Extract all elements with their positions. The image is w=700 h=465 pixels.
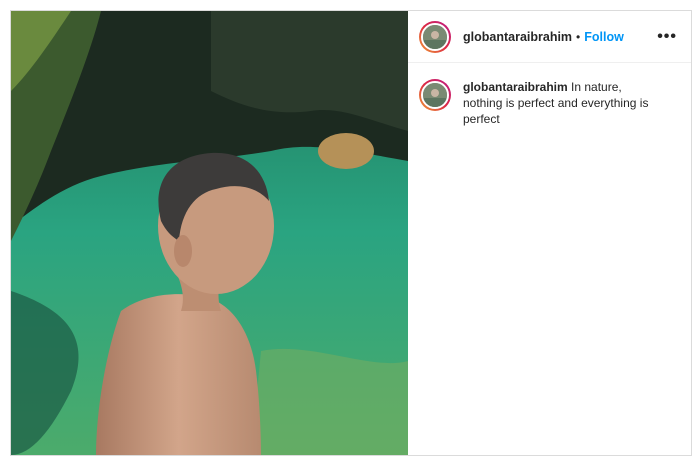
separator-dot: • bbox=[576, 29, 581, 44]
avatar-icon bbox=[423, 24, 447, 49]
follow-button[interactable]: Follow bbox=[584, 30, 624, 44]
caption-row: globantaraibrahim In nature, nothing is … bbox=[408, 63, 691, 127]
caption-avatar-image bbox=[421, 81, 449, 109]
caption-avatar-icon bbox=[423, 83, 447, 107]
post-header: globantaraibrahim • Follow ••• bbox=[408, 11, 691, 63]
photo-illustration bbox=[11, 11, 408, 455]
username-link[interactable]: globantaraibrahim bbox=[463, 30, 572, 44]
more-options-icon[interactable]: ••• bbox=[657, 28, 677, 46]
post-photo[interactable] bbox=[11, 11, 408, 455]
caption: globantaraibrahim In nature, nothing is … bbox=[463, 79, 663, 127]
instagram-post: globantaraibrahim • Follow ••• globantar… bbox=[10, 10, 692, 456]
caption-avatar[interactable] bbox=[419, 79, 451, 111]
avatar-image bbox=[421, 22, 449, 51]
post-sidebar: globantaraibrahim • Follow ••• globantar… bbox=[408, 11, 691, 455]
avatar[interactable] bbox=[419, 20, 451, 53]
caption-username-link[interactable]: globantaraibrahim bbox=[463, 80, 568, 94]
